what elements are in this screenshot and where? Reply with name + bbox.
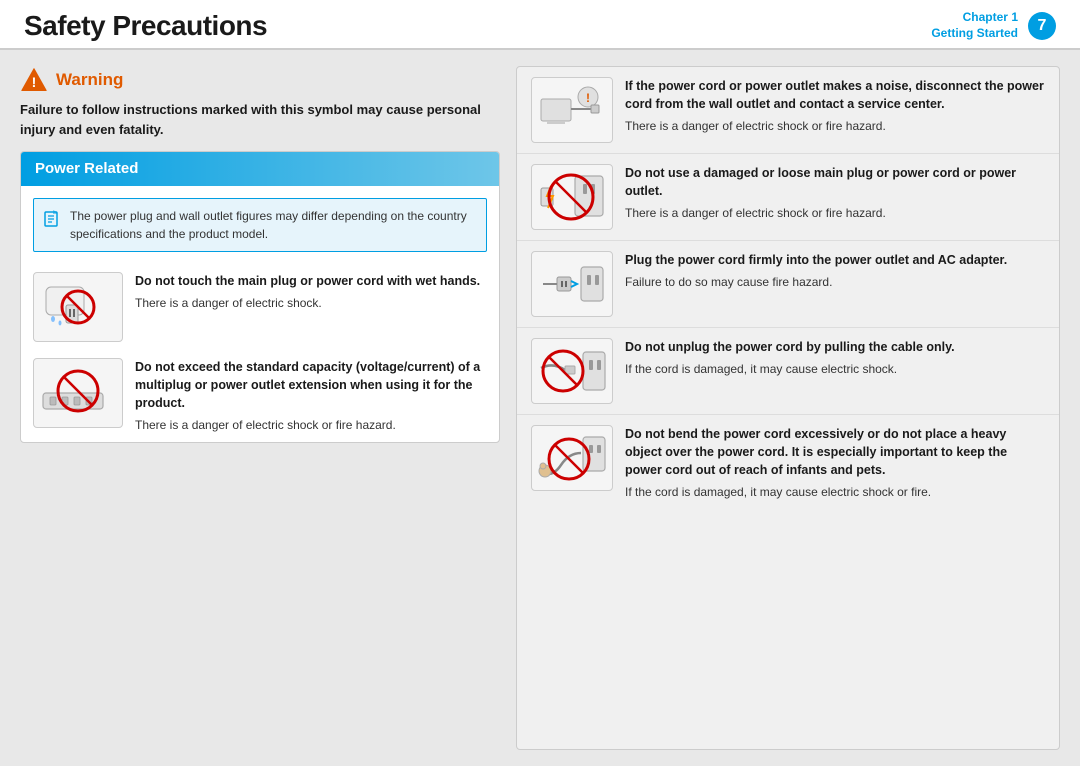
right-item-pull-cable: Do not unplug the power cord by pulling … (517, 328, 1059, 415)
power-related-section: Power Related The power plug and wall ou… (20, 151, 500, 443)
right-item-bend-cord: Do not bend the power cord excessively o… (517, 415, 1059, 511)
left-column: ! Warning Failure to follow instructions… (20, 66, 500, 750)
note-icon (44, 209, 62, 227)
right-item-title-noise: If the power cord or power outlet makes … (625, 77, 1045, 113)
illus-plug-firmly (533, 253, 611, 315)
svg-text:!: ! (32, 74, 37, 90)
chapter-label: Chapter 1 (931, 10, 1018, 26)
right-item-desc-pull-cable: If the cord is damaged, it may cause ele… (625, 360, 1045, 378)
right-item-text-damaged-plug: Do not use a damaged or loose main plug … (625, 164, 1045, 222)
right-item-text-noise: If the power cord or power outlet makes … (625, 77, 1045, 135)
illus-damaged-plug (533, 166, 611, 228)
note-text: The power plug and wall outlet figures m… (70, 207, 476, 243)
right-item-image-noise: ! (531, 77, 613, 143)
svg-text:!: ! (586, 91, 590, 105)
page-number-badge: 7 (1028, 12, 1056, 40)
main-content: ! Warning Failure to follow instructions… (0, 50, 1080, 766)
item-title-wet-hands: Do not touch the main plug or power cord… (135, 272, 487, 290)
power-section-title: Power Related (35, 160, 138, 177)
item-desc-wet-hands: There is a danger of electric shock. (135, 294, 487, 312)
right-item-title-bend-cord: Do not bend the power cord excessively o… (625, 425, 1045, 479)
item-image-capacity (33, 358, 123, 428)
right-item-desc-bend-cord: If the cord is damaged, it may cause ele… (625, 483, 1045, 501)
right-item-title-plug-firmly: Plug the power cord firmly into the powe… (625, 251, 1045, 269)
item-title-capacity: Do not exceed the standard capacity (vol… (135, 358, 487, 412)
right-item-image-pull-cable (531, 338, 613, 404)
right-item-plug-firmly: Plug the power cord firmly into the powe… (517, 241, 1059, 328)
item-image-wet-hands (33, 272, 123, 342)
right-item-image-damaged-plug (531, 164, 613, 230)
right-item-noise: ! If the power cord or power outlet make… (517, 67, 1059, 154)
illus-wet-hands (38, 277, 118, 337)
right-item-text-bend-cord: Do not bend the power cord excessively o… (625, 425, 1045, 501)
item-text-wet-hands: Do not touch the main plug or power cord… (135, 272, 487, 312)
page-header: Safety Precautions Chapter 1 Getting Sta… (0, 0, 1080, 50)
right-item-damaged-plug: Do not use a damaged or loose main plug … (517, 154, 1059, 241)
right-item-image-bend-cord (531, 425, 613, 491)
right-column: ! If the power cord or power outlet make… (516, 66, 1060, 750)
warning-title: Warning (56, 70, 123, 90)
right-item-title-pull-cable: Do not unplug the power cord by pulling … (625, 338, 1045, 356)
right-item-desc-noise: There is a danger of electric shock or f… (625, 117, 1045, 135)
chapter-info: Chapter 1 Getting Started (931, 10, 1018, 41)
warning-body: Failure to follow instructions marked wi… (20, 100, 500, 139)
note-box: The power plug and wall outlet figures m… (33, 198, 487, 252)
right-item-text-pull-cable: Do not unplug the power cord by pulling … (625, 338, 1045, 378)
right-item-text-plug-firmly: Plug the power cord firmly into the powe… (625, 251, 1045, 291)
right-item-desc-damaged-plug: There is a danger of electric shock or f… (625, 204, 1045, 222)
illus-pull-cable (533, 340, 611, 402)
right-item-image-plug-firmly (531, 251, 613, 317)
item-desc-capacity: There is a danger of electric shock or f… (135, 416, 487, 434)
illus-noise: ! (533, 79, 611, 141)
right-item-desc-plug-firmly: Failure to do so may cause fire hazard. (625, 273, 1045, 291)
right-item-title-damaged-plug: Do not use a damaged or loose main plug … (625, 164, 1045, 200)
safety-item-wet-hands: Do not touch the main plug or power cord… (21, 264, 499, 350)
item-text-capacity: Do not exceed the standard capacity (vol… (135, 358, 487, 434)
warning-block: ! Warning Failure to follow instructions… (20, 66, 500, 139)
warning-header: ! Warning (20, 66, 500, 94)
illus-bend-cord (533, 427, 611, 489)
chapter-sub: Getting Started (931, 26, 1018, 42)
power-section-header: Power Related (21, 152, 499, 186)
safety-item-capacity: Do not exceed the standard capacity (vol… (21, 350, 499, 442)
header-chapter-info: Chapter 1 Getting Started 7 (931, 10, 1056, 41)
page-title: Safety Precautions (24, 10, 267, 42)
warning-icon: ! (20, 66, 48, 94)
illus-capacity (38, 363, 118, 423)
